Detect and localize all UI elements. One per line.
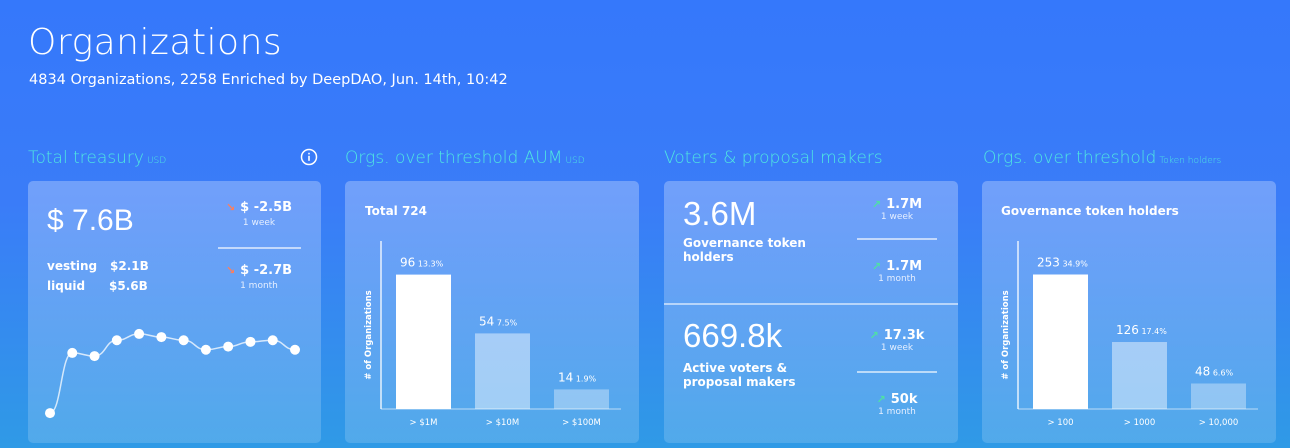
bar-value: 14 xyxy=(558,370,573,384)
y-axis-label: # of Organizations xyxy=(1001,290,1011,379)
delta-text: 17.3k xyxy=(883,328,925,343)
trend-point xyxy=(267,335,278,346)
section-title-voters: Voters & proposal makers xyxy=(664,148,883,168)
bar-value: 48 xyxy=(1195,364,1210,378)
trend-point xyxy=(223,341,234,352)
bar-percent: 7.5% xyxy=(494,318,517,327)
arrow-up-icon: ↗ xyxy=(869,329,879,342)
page-title: Organizations xyxy=(28,22,283,63)
section-title-treasury: Total treasury USD xyxy=(28,148,166,168)
top-week-label: 1 week xyxy=(880,212,914,222)
top-week-change-value: ↗ 1.7M xyxy=(857,197,937,212)
active-voters-label: Active voters & proposal makers xyxy=(683,361,796,389)
section-unit: Token holders xyxy=(1159,156,1222,166)
section-title-aum: Orgs. over threshold AUM USD xyxy=(345,148,585,168)
treasury-trend-chart xyxy=(45,328,300,419)
trend-point xyxy=(45,408,55,419)
bar xyxy=(1033,274,1088,409)
holders-bar-chart: Governance token holders # of Organizatio… xyxy=(1001,204,1258,428)
trend-point xyxy=(178,335,189,346)
delta-text: 1.7M xyxy=(886,197,923,212)
holders-card[interactable]: Governance token holders # of Organizatio… xyxy=(982,181,1276,443)
bottom-month-change-value: ↗ 50k xyxy=(857,392,937,407)
delta-text: 1.7M xyxy=(886,259,923,274)
trend-point xyxy=(134,328,145,339)
trend-point xyxy=(156,332,167,343)
y-axis-label: # of Organizations xyxy=(364,290,374,379)
bar-value: 96 xyxy=(400,256,415,270)
treasury-card[interactable]: $ 7.6B vesting $2.1B liquid $5.6B ↘ $ -2.… xyxy=(28,181,321,443)
top-month-change-value: ↗ 1.7M xyxy=(857,259,937,274)
section-title-text: Total treasury xyxy=(28,148,144,168)
trend-point xyxy=(245,336,256,347)
arrow-up-icon: ↗ xyxy=(871,260,882,273)
section-title-text: Orgs. over threshold xyxy=(983,148,1157,168)
x-tick-label: > 1000 xyxy=(1124,418,1155,428)
bar-value: 253 xyxy=(1037,255,1060,269)
section-title-holders: Orgs. over threshold Token holders xyxy=(983,148,1221,168)
bar-percent: 6.6% xyxy=(1210,368,1233,377)
top-month-label: 1 month xyxy=(878,274,916,284)
bar-value: 54 xyxy=(479,314,494,328)
governance-holders-value: 3.6M xyxy=(683,195,757,232)
bar-percent: 13.3% xyxy=(415,260,443,269)
delta-text: 50k xyxy=(890,392,918,407)
bottom-week-change-value: ↗ 17.3k xyxy=(857,328,937,343)
chart-title: Governance token holders xyxy=(1001,204,1179,218)
label-line: proposal makers xyxy=(683,375,796,389)
bar-value-label: 48 6.6% xyxy=(1195,364,1234,378)
x-tick-label: > 10,000 xyxy=(1199,418,1239,428)
top-week-change: ↗ 1.7M 1 week xyxy=(857,197,937,222)
label-line: Active voters & xyxy=(683,361,788,375)
bar-value-label: 126 17.4% xyxy=(1116,323,1167,337)
bar xyxy=(1112,342,1167,409)
trend-point xyxy=(89,351,100,362)
x-tick-label: > $100M xyxy=(562,418,601,428)
bar-value-label: 96 13.3% xyxy=(400,256,444,270)
label-line: Governance token xyxy=(683,236,806,250)
bar-percent: 17.4% xyxy=(1139,327,1167,336)
section-title-text: Orgs. over threshold AUM xyxy=(345,148,563,168)
aum-card[interactable]: Total 724 # of Organizations 96 13.3% > $1M… xyxy=(345,181,639,443)
governance-holders-label: Governance token holders xyxy=(683,236,806,264)
section-title-text: Voters & proposal makers xyxy=(664,148,883,168)
aum-bar-chart: Total 724 # of Organizations 96 13.3% > $1M… xyxy=(364,204,621,428)
arrow-up-icon: ↗ xyxy=(871,198,882,211)
bottom-month-change: ↗ 50k 1 month xyxy=(857,392,937,417)
active-voters-value: 669.8k xyxy=(683,317,783,354)
bar-value-label: 54 7.5% xyxy=(479,314,518,328)
info-icon[interactable] xyxy=(300,148,318,166)
bar-percent: 1.9% xyxy=(573,374,596,383)
chart-title: Total 724 xyxy=(365,204,427,218)
bar-value-label: 14 1.9% xyxy=(558,370,597,384)
section-unit: USD xyxy=(146,156,167,166)
x-tick-label: > $1M xyxy=(410,418,438,428)
bar xyxy=(1191,383,1246,409)
x-tick-label: > $10M xyxy=(486,418,519,428)
trend-line xyxy=(49,333,296,414)
bottom-week-label: 1 week xyxy=(880,343,914,353)
bar-value: 126 xyxy=(1116,323,1139,337)
bar-value-label: 253 34.9% xyxy=(1037,255,1088,269)
bar xyxy=(396,274,451,409)
divider xyxy=(857,371,937,373)
bar xyxy=(554,389,609,409)
bottom-month-label: 1 month xyxy=(878,407,916,417)
trend-point xyxy=(111,335,122,346)
trend-point xyxy=(67,347,78,358)
page-subtitle: 4834 Organizations, 2258 Enriched by Dee… xyxy=(29,72,508,88)
label-line: holders xyxy=(683,250,734,264)
bar xyxy=(475,333,530,409)
bar-percent: 34.9% xyxy=(1060,259,1088,268)
trend-point xyxy=(290,344,300,355)
bottom-week-change: ↗ 17.3k 1 week xyxy=(857,328,937,353)
x-tick-label: > 100 xyxy=(1047,418,1073,428)
trend-point xyxy=(200,344,211,355)
arrow-up-icon: ↗ xyxy=(876,393,886,406)
section-unit: USD xyxy=(565,156,585,166)
card-divider xyxy=(664,303,958,305)
divider xyxy=(857,238,937,240)
top-month-change: ↗ 1.7M 1 month xyxy=(857,259,937,284)
voters-card[interactable]: 3.6M Governance token holders ↗ 1.7M 1 we… xyxy=(664,181,958,443)
